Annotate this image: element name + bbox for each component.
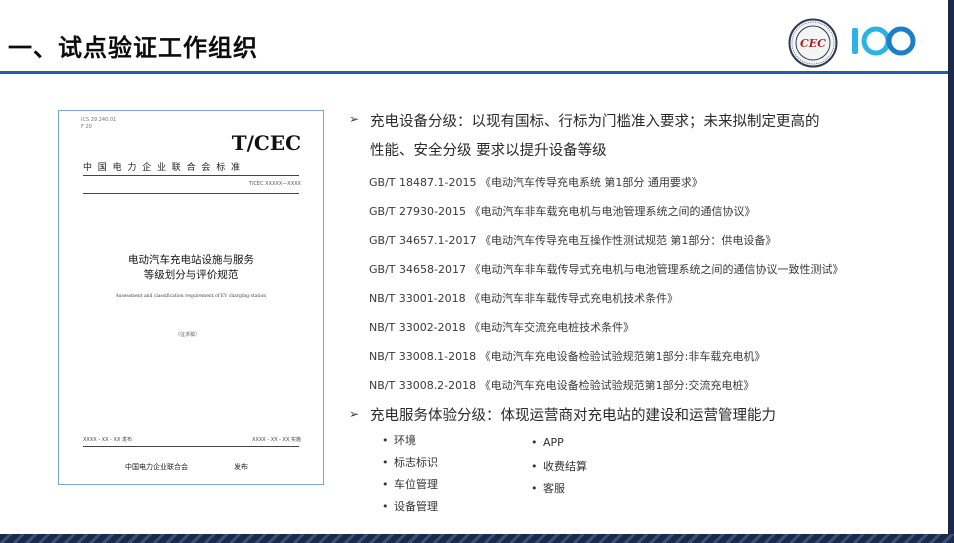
service-item: • APP — [531, 436, 564, 449]
standard-item: GB/T 18487.1-2015 《电动汽车传导充电系统 第1部分 通用要求》 — [369, 176, 703, 189]
arrow-bullet-icon: ➢ — [349, 112, 360, 126]
cover-impl-date: XXXX - XX - XX 实施 — [252, 437, 301, 443]
section1-line1: 充电设备分级：以现有国标、行标为门槛准入要求；未来拟制定更高的 — [370, 114, 820, 130]
cover-rule-top — [83, 175, 299, 176]
service-item: • 收费结算 — [531, 460, 587, 473]
standard-item: GB/T 27930-2015 《电动汽车非车载充电机与电池管理系统之间的通信协… — [369, 205, 756, 218]
section-service-grading: 充电服务体验分级：体现运营商对充电站的建设和运营管理能力 — [370, 408, 776, 424]
cover-publisher: 中国电力企业联合会 — [125, 463, 188, 471]
section-equipment-grading: 充电设备分级：以现有国标、行标为门槛准入要求；未来拟制定更高的 性能、安全分级 … — [370, 108, 870, 166]
standard-item: NB/T 33008.2-2018 《电动汽车充电设备检验试验规范第1部分:交流… — [369, 379, 755, 392]
cover-title-line1: 电动汽车充电站设施与服务 — [128, 254, 254, 266]
cover-draft-label: （征求稿） — [175, 332, 201, 338]
cover-standard-name: 中国电力企业联合会标准 — [83, 163, 246, 173]
arrow-bullet-icon: ➢ — [349, 407, 360, 421]
cover-class: F 20 — [81, 124, 92, 130]
cover-ics: ICS 29.240.01 — [81, 117, 117, 123]
service-item: • 设备管理 — [382, 500, 438, 513]
cover-number: T/CEC XXXXX—XXXX — [248, 181, 301, 187]
cover-meta: ICS 29.240.01 F 20 — [81, 117, 116, 131]
standard-item: GB/T 34658-2017 《电动汽车非车载传导式充电机与电池管理系统之间的… — [369, 263, 844, 276]
cover-issue-date: XXXX - XX - XX 发布 — [83, 437, 132, 443]
service-item: • 标志标识 — [382, 456, 438, 469]
cover-rule-mid — [83, 193, 299, 194]
cover-rule-bottom — [83, 446, 299, 447]
standard-item: NB/T 33008.1-2018 《电动汽车充电设备检验试验规范第1部分:非车… — [369, 350, 766, 363]
seal-letters: CEC — [800, 37, 826, 50]
cover-english-title: Assessment and classification requiremen… — [115, 294, 267, 299]
service-item: • 车位管理 — [382, 478, 438, 491]
standard-cover-image: ICS 29.240.01 F 20 T/CEC 中国电力企业联合会标准 T/C… — [58, 110, 324, 485]
title-divider — [0, 71, 948, 74]
service-item: • 客服 — [531, 482, 565, 495]
cover-brand: T/CEC — [231, 131, 301, 155]
section1-line2: 性能、安全分级 要求以提升设备等级 — [370, 143, 607, 159]
cover-publisher-suffix: 发布 — [234, 463, 248, 471]
cover-title: 电动汽车充电站设施与服务 等级划分与评价规范 — [59, 253, 323, 283]
frame-bottom-edge — [0, 534, 954, 543]
service-item: • 环境 — [382, 434, 416, 447]
standard-item: NB/T 33002-2018 《电动汽车交流充电桩技术条件》 — [369, 321, 635, 334]
centenary-logo — [852, 26, 916, 56]
cec-seal-logo: CEC — [788, 18, 838, 68]
standard-item: GB/T 34657.1-2017 《电动汽车传导充电互操作性测试规范 第1部分… — [369, 234, 777, 247]
cover-title-line2: 等级划分与评价规范 — [143, 269, 239, 281]
frame-right-edge — [948, 0, 954, 543]
standard-item: NB/T 33001-2018 《电动汽车非车载传导式充电机技术条件》 — [369, 292, 679, 305]
slide: 一、试点验证工作组织 CEC ICS 29.240.01 F 20 T/CEC … — [0, 0, 954, 543]
slide-title: 一、试点验证工作组织 — [8, 34, 258, 62]
